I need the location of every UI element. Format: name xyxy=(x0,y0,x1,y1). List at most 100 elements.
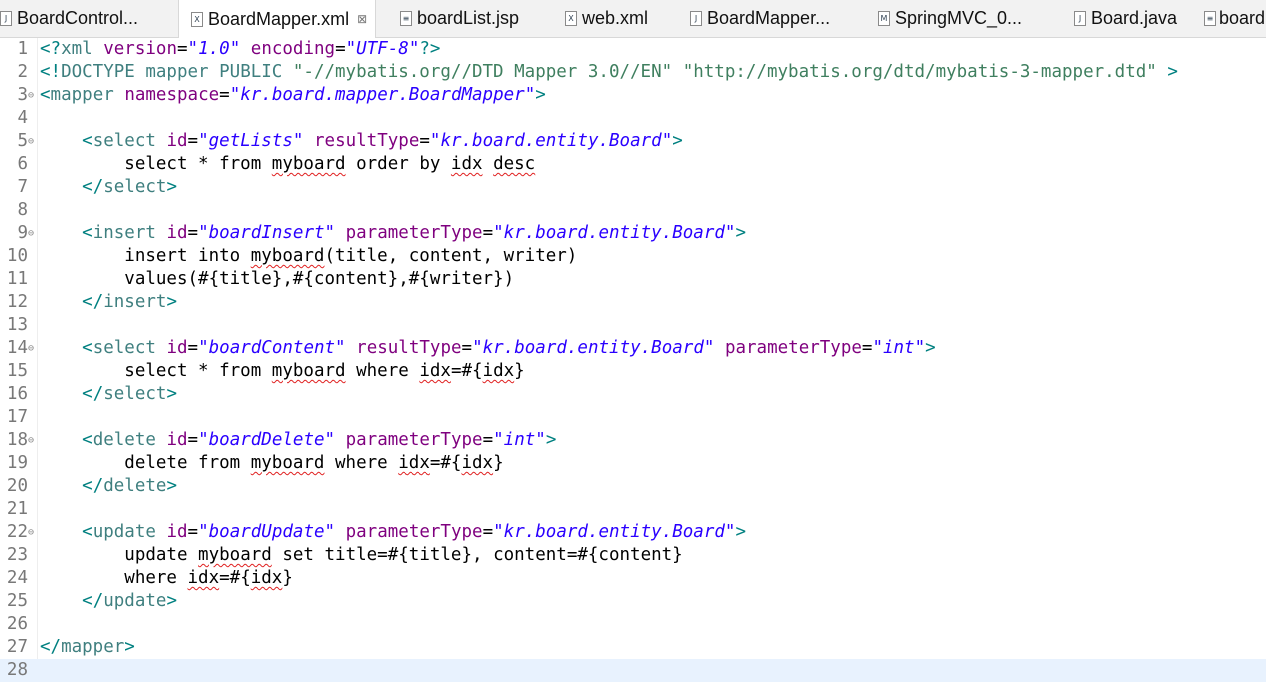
code-token: > xyxy=(545,430,557,450)
code-token: insert xyxy=(103,292,167,312)
code-token: = xyxy=(177,39,188,59)
line-number: 11 xyxy=(6,269,28,289)
line-number: 6 xyxy=(17,154,28,174)
code-token: > xyxy=(166,292,177,312)
code-line: 11 values(#{title},#{content},#{writer}) xyxy=(0,268,1266,291)
code-token: id xyxy=(166,430,188,450)
spelling-error-token: idx xyxy=(398,453,430,473)
tab-board[interactable]: ≡ board xyxy=(1204,0,1265,37)
spelling-error-token: myboard xyxy=(250,246,325,266)
code-token: < xyxy=(82,131,93,151)
code-token: id xyxy=(166,223,188,243)
line-number: 12 xyxy=(6,292,28,312)
code-token: = xyxy=(187,223,199,243)
code-token: > xyxy=(166,177,177,197)
spelling-error-token: idx xyxy=(187,568,220,588)
code-token: "getLists" xyxy=(198,131,304,151)
code-token: > xyxy=(124,637,135,657)
fold-toggle-icon[interactable]: ⊖ xyxy=(28,429,34,452)
line-number: 21 xyxy=(6,499,28,519)
code-token: set title=#{title}, content=#{content} xyxy=(271,545,683,565)
fold-toggle-icon[interactable]: ⊖ xyxy=(28,84,34,107)
code-token: xml xyxy=(61,39,93,59)
code-editor[interactable]: 1 <?xml version="1.0" encoding="UTF-8"?> 2… xyxy=(0,38,1266,682)
tab-label: BoardMapper... xyxy=(707,8,831,28)
code-token: id xyxy=(166,131,188,151)
code-line: 18 ⊖ <delete id="boardDelete" parameterTy… xyxy=(0,429,1266,452)
close-tab-icon[interactable]: ⊠ xyxy=(357,12,367,26)
line-number: 2 xyxy=(17,62,28,82)
code-token: } xyxy=(282,568,293,588)
code-token: parameterType xyxy=(724,338,862,358)
code-token: < xyxy=(82,430,93,450)
code-line: 20 </delete> xyxy=(0,475,1266,498)
line-number: 22 xyxy=(6,522,28,542)
code-text: </delete> xyxy=(40,475,177,498)
code-line: 5 ⊖ <select id="getLists" resultType="kr.… xyxy=(0,130,1266,153)
code-token: mapper xyxy=(61,637,125,657)
code-token: where xyxy=(40,568,188,588)
line-number: 7 xyxy=(17,177,28,197)
tab-label: SpringMVC_0... xyxy=(895,8,1023,28)
file-icon: ≡ xyxy=(1204,11,1216,26)
fold-toggle-icon[interactable]: ⊖ xyxy=(28,521,34,544)
code-text: </select> xyxy=(40,176,177,199)
line-number: 18 xyxy=(6,430,28,450)
code-token: = xyxy=(335,39,346,59)
fold-toggle-icon[interactable]: ⊖ xyxy=(28,130,34,153)
code-token: "UTF-8" xyxy=(345,39,420,59)
tab-board-java[interactable]: J Board.java xyxy=(1062,0,1177,37)
code-line: 7 </select> xyxy=(0,176,1266,199)
spelling-error-token: idx xyxy=(461,453,494,473)
tab-boardmapper-xml[interactable]: X BoardMapper.xml ⊠ xyxy=(178,0,377,38)
code-token: select xyxy=(92,131,156,151)
fold-toggle-icon[interactable]: ⊖ xyxy=(28,222,34,245)
code-token: delete xyxy=(103,476,167,496)
code-line: 19 delete from myboard where idx=#{idx} xyxy=(0,452,1266,475)
code-token: "boardDelete" xyxy=(198,430,336,450)
spelling-error-token: myboard xyxy=(271,154,346,174)
code-text: <mapper namespace="kr.board.mapper.Board… xyxy=(40,84,546,107)
tab-boardlist-jsp[interactable]: ≡ boardList.jsp xyxy=(388,0,519,37)
line-number: 1 xyxy=(17,39,28,59)
code-line: 24 where idx=#{idx} xyxy=(0,567,1266,590)
line-number: 4 xyxy=(17,108,28,128)
code-token: "boardContent" xyxy=(198,338,346,358)
code-token: update xyxy=(92,522,156,542)
line-number: 13 xyxy=(6,315,28,335)
code-token: ?> xyxy=(419,39,441,59)
tab-web-xml[interactable]: Xweb.xml xyxy=(553,0,648,37)
tab-boardcontrol[interactable]: J BoardControl... xyxy=(0,0,138,37)
code-text: <?xml version="1.0" encoding="UTF-8"?> xyxy=(40,38,440,61)
code-token: = xyxy=(187,430,199,450)
code-text: </insert> xyxy=(40,291,177,314)
line-number: 15 xyxy=(6,361,28,381)
line-number: 24 xyxy=(6,568,28,588)
code-token: version xyxy=(103,39,177,59)
code-text: <update id="boardUpdate" parameterType="… xyxy=(40,521,746,544)
code-line: 2 <!DOCTYPE mapper PUBLIC "-//mybatis.org… xyxy=(0,61,1266,84)
code-line: 17 xyxy=(0,406,1266,429)
code-token: = xyxy=(861,338,873,358)
code-token: values(#{title},#{content},#{writer}) xyxy=(40,269,515,289)
code-token: </ xyxy=(40,637,62,657)
code-token: "kr.board.entity.Board" xyxy=(472,338,715,358)
code-line: 6 select * from myboard order by idx des… xyxy=(0,153,1266,176)
fold-toggle-icon[interactable]: ⊖ xyxy=(28,337,34,360)
code-line: 10 insert into myboard(title, content, w… xyxy=(0,245,1266,268)
code-token: where xyxy=(345,361,420,381)
code-token: "boardInsert" xyxy=(198,223,336,243)
tab-boardmapper[interactable]: J BoardMapper... xyxy=(678,0,830,37)
code-token: "kr.board.entity.Board" xyxy=(493,522,736,542)
code-token: select * from xyxy=(40,154,272,174)
code-token: </ xyxy=(82,591,104,611)
spelling-error-token: myboard xyxy=(250,453,325,473)
code-token: delete from xyxy=(40,453,251,473)
tab-label: BoardMapper.xml xyxy=(208,8,350,29)
tab-springmvc-0[interactable]: M SpringMVC_0... xyxy=(866,0,1022,37)
tab-label: boardList.jsp xyxy=(417,8,520,28)
code-token: > xyxy=(925,338,936,358)
